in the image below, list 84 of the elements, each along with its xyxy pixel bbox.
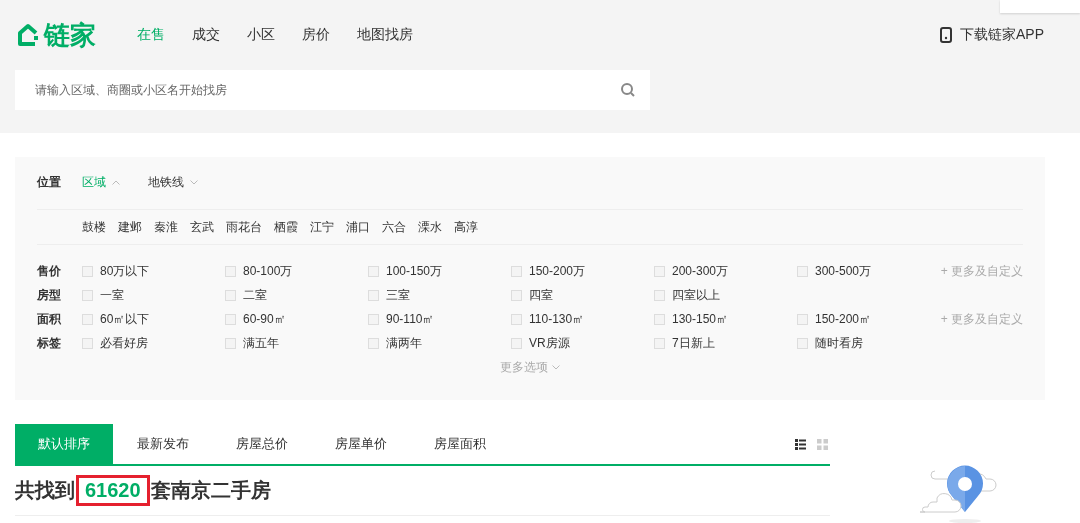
checkbox[interactable] — [368, 313, 379, 325]
filter-label: 位置 — [37, 173, 62, 191]
filter-option[interactable]: 130-150㎡ — [654, 310, 797, 328]
sort-tab[interactable]: 房屋单价 — [311, 424, 410, 464]
checkbox[interactable] — [225, 337, 236, 349]
filter-option[interactable]: 四室以上 — [654, 286, 797, 304]
checkbox[interactable] — [82, 313, 93, 325]
filter-option[interactable]: 80-100万 — [225, 262, 368, 280]
filter-label: 面积 — [37, 310, 62, 328]
filter-option[interactable]: 四室 — [511, 286, 654, 304]
district-link[interactable]: 玄武 — [190, 218, 214, 236]
nav-link[interactable]: 房价 — [302, 26, 330, 44]
filter-option[interactable]: 100-150万 — [368, 262, 511, 280]
filter-option[interactable]: 80万以下 — [82, 262, 225, 280]
checkbox[interactable] — [82, 265, 93, 277]
checkbox[interactable] — [654, 289, 665, 301]
result-count: 61620 — [76, 475, 150, 506]
sort-tab[interactable]: 房屋总价 — [212, 424, 311, 464]
nav-link[interactable]: 成交 — [192, 26, 220, 44]
filter-option[interactable]: 一室 — [82, 286, 225, 304]
filter-option[interactable]: 150-200万 — [511, 262, 654, 280]
district-link[interactable]: 浦口 — [346, 218, 370, 236]
filter-mode-tab[interactable]: 地铁线 — [148, 173, 198, 191]
filter-option[interactable]: VR房源 — [511, 334, 654, 352]
checkbox[interactable] — [82, 289, 93, 301]
result-text: 套南京二手房 — [150, 478, 271, 503]
district-link[interactable]: 栖霞 — [274, 218, 298, 236]
filter-label: 房型 — [37, 286, 62, 304]
checkbox[interactable] — [511, 337, 522, 349]
checkbox[interactable] — [225, 289, 236, 301]
checkbox[interactable] — [368, 337, 379, 349]
checkbox[interactable] — [82, 337, 93, 349]
result-text: 共找到 — [15, 478, 75, 503]
district-link[interactable]: 高淳 — [454, 218, 478, 236]
chevron-icon — [552, 365, 560, 370]
district-link[interactable]: 鼓楼 — [82, 218, 106, 236]
checkbox[interactable] — [654, 265, 665, 277]
district-link[interactable]: 江宁 — [310, 218, 334, 236]
district-link[interactable]: 建邺 — [118, 218, 142, 236]
chevron-icon — [112, 179, 120, 185]
filter-option[interactable]: 二室 — [225, 286, 368, 304]
district-link[interactable]: 秦淮 — [154, 218, 178, 236]
filter-label: 售价 — [37, 262, 62, 280]
checkbox[interactable] — [654, 313, 665, 325]
nav-link[interactable]: 地图找房 — [357, 26, 413, 44]
sort-tab[interactable]: 房屋面积 — [410, 424, 509, 464]
sort-tab[interactable]: 最新发布 — [113, 424, 212, 464]
checkbox[interactable] — [511, 289, 522, 301]
checkbox[interactable] — [225, 265, 236, 277]
filter-option[interactable]: 7日新上 — [654, 334, 797, 352]
district-link[interactable]: 六合 — [382, 218, 406, 236]
checkbox[interactable] — [511, 313, 522, 325]
checkbox[interactable] — [368, 289, 379, 301]
filter-option[interactable]: 必看好房 — [82, 334, 225, 352]
filter-option[interactable]: 110-130㎡ — [511, 310, 654, 328]
checkbox[interactable] — [797, 313, 808, 325]
checkbox[interactable] — [511, 265, 522, 277]
filter-option[interactable]: 300-500万 — [797, 262, 940, 280]
checkbox[interactable] — [797, 337, 808, 349]
search-icon[interactable] — [620, 82, 636, 98]
filter-label: 标签 — [37, 334, 62, 352]
list-view-icon[interactable] — [795, 438, 806, 450]
nav-link[interactable]: 小区 — [247, 26, 275, 44]
grid-view-icon[interactable] — [817, 438, 828, 450]
filter-option[interactable]: 满五年 — [225, 334, 368, 352]
download-app-link[interactable]: 下载链家APP — [940, 26, 1044, 44]
checkbox[interactable] — [654, 337, 665, 349]
checkbox[interactable] — [225, 313, 236, 325]
checkbox[interactable] — [368, 265, 379, 277]
filter-option[interactable]: 满两年 — [368, 334, 511, 352]
filter-option[interactable]: 90-110㎡ — [368, 310, 511, 328]
district-link[interactable]: 雨花台 — [226, 218, 262, 236]
filter-option[interactable]: 200-300万 — [654, 262, 797, 280]
checkbox[interactable] — [797, 265, 808, 277]
chevron-icon — [190, 179, 198, 185]
district-link[interactable]: 溧水 — [418, 218, 442, 236]
search-field[interactable]: 请输入区域、商圈或小区名开始找房 — [15, 70, 650, 110]
filter-option[interactable]: 三室 — [368, 286, 511, 304]
filter-option[interactable]: 60㎡以下 — [82, 310, 225, 328]
filter-option[interactable]: 随时看房 — [797, 334, 940, 352]
filter-option[interactable]: 60-90㎡ — [225, 310, 368, 328]
phone-icon — [940, 27, 952, 43]
filter-option[interactable]: 150-200㎡ — [797, 310, 940, 328]
house-logo-icon — [15, 23, 41, 47]
